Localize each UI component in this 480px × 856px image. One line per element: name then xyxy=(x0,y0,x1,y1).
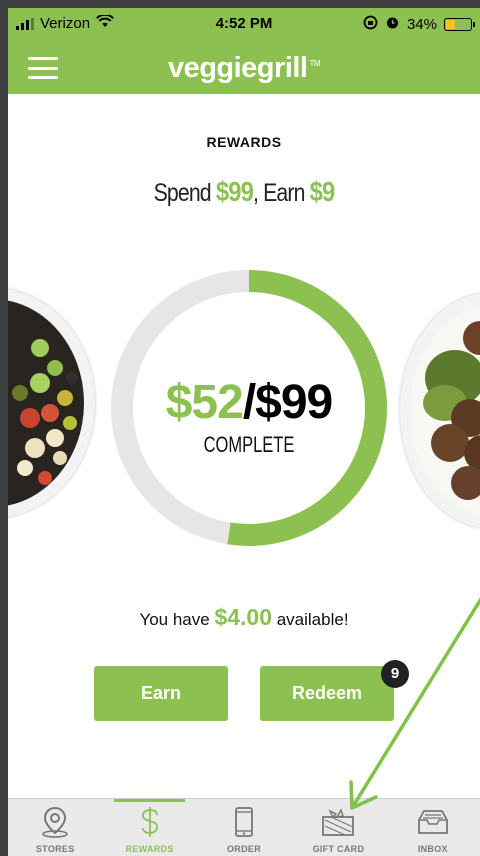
goal-amount: /$99 xyxy=(242,376,333,429)
rewards-title: REWARDS xyxy=(206,134,282,150)
tab-label: INBOX xyxy=(417,844,448,854)
inbox-icon xyxy=(386,805,480,839)
available-suffix: available! xyxy=(272,610,349,629)
dollar-icon xyxy=(102,805,196,839)
food-plate-left-image xyxy=(8,288,95,518)
tab-inbox[interactable]: INBOX xyxy=(386,799,480,856)
status-right: 34% xyxy=(363,15,475,34)
trademark: TM xyxy=(309,59,321,69)
bottom-tab-bar: STORES REWARDS ORDER GIFT CARD INBOX xyxy=(8,798,480,856)
tab-label: STORES xyxy=(35,844,75,854)
status-bar: Verizon 4:52 PM 34% xyxy=(8,8,480,40)
device-frame: Verizon 4:52 PM 34% veggiegrill TM REWAR… xyxy=(0,0,480,856)
rotation-lock-icon xyxy=(363,15,378,34)
map-pin-icon xyxy=(8,805,102,839)
available-prefix: You have xyxy=(139,610,215,629)
tab-label: GIFT CARD xyxy=(312,844,365,854)
tab-label: REWARDS xyxy=(125,844,174,854)
spend-prefix: Spend xyxy=(153,179,216,207)
tab-rewards[interactable]: REWARDS xyxy=(102,799,196,856)
earn-button[interactable]: Earn xyxy=(94,666,228,721)
complete-label: COMPLETE xyxy=(203,432,295,457)
tab-label: ORDER xyxy=(227,844,262,854)
logo-text: veggiegrill xyxy=(167,52,308,84)
spend-amount: $99 xyxy=(215,176,254,207)
app-screen: Verizon 4:52 PM 34% veggiegrill TM REWAR… xyxy=(8,8,480,856)
progress-ring: $52/$99 COMPLETE xyxy=(104,263,394,553)
alarm-icon xyxy=(385,15,400,34)
earn-amount: $9 xyxy=(309,176,336,207)
spend-sep: , Earn xyxy=(252,179,310,207)
brand-logo: veggiegrill TM xyxy=(8,52,480,85)
redeem-count-badge: 9 xyxy=(381,660,409,688)
available-amount: $4.00 xyxy=(214,604,272,630)
phone-icon xyxy=(197,805,291,839)
current-amount: $52 xyxy=(165,376,244,429)
gift-card-icon xyxy=(291,805,385,839)
available-balance: You have $4.00 available! xyxy=(8,604,480,631)
battery-icon xyxy=(444,18,475,31)
tab-stores[interactable]: STORES xyxy=(8,799,102,856)
battery-percent: 34% xyxy=(406,16,437,33)
tab-gift-card[interactable]: GIFT CARD xyxy=(291,799,385,856)
progress-center: $52/$99 COMPLETE xyxy=(104,375,394,458)
tab-order[interactable]: ORDER xyxy=(197,799,291,856)
food-plate-right-image xyxy=(400,293,480,528)
app-header: veggiegrill TM xyxy=(8,40,480,94)
redeem-button[interactable]: Redeem xyxy=(260,666,394,721)
progress-amount: $52/$99 xyxy=(104,375,394,430)
spend-earn-line: Spend $99, Earn $9 xyxy=(43,176,444,208)
